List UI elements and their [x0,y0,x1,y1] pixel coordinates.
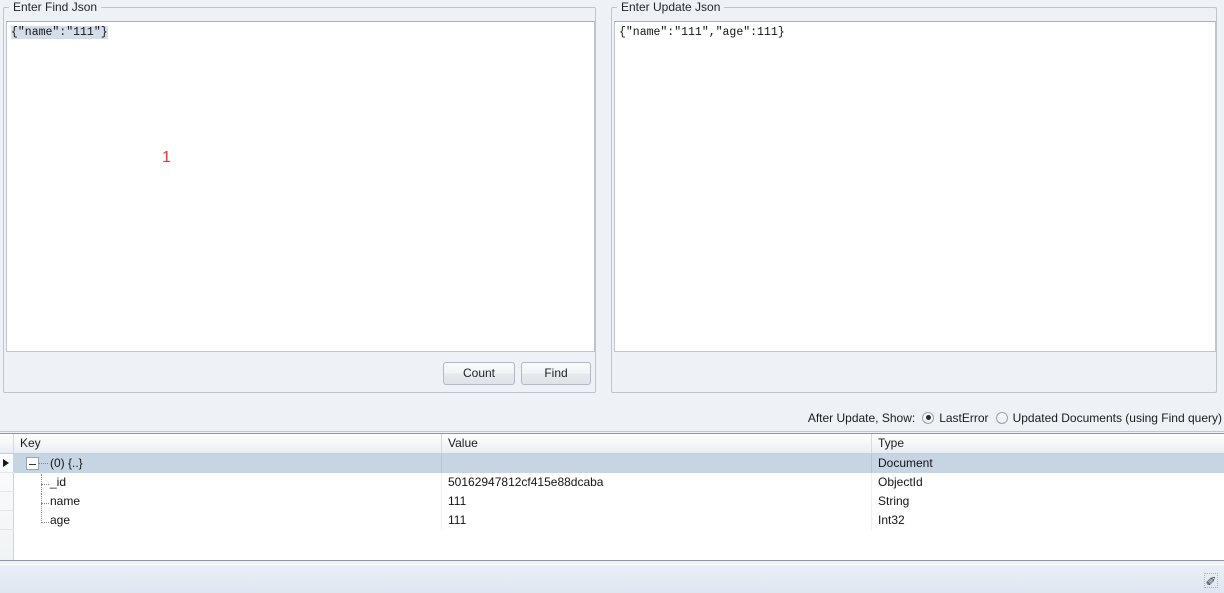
results-grid-header: Key Value Type [0,434,1224,454]
cell-value[interactable]: 50162947812cf415e88dcaba [442,473,872,492]
table-row[interactable]: (0) {..} Document [14,454,1224,473]
cell-value[interactable] [442,454,872,473]
collapse-node-icon[interactable] [26,457,39,470]
update-json-groupbox: Enter Update Json {"name":"111","age":11… [611,0,1217,393]
row-header-cell[interactable] [0,492,14,511]
bottom-status-inner: ✐ [0,564,1224,593]
cell-value[interactable]: 111 [442,511,872,530]
results-grid[interactable]: Key Value Type (0) {..} Document _id 501… [0,433,1224,561]
radio-updated-documents-dot[interactable] [995,411,1008,424]
update-json-input[interactable]: {"name":"111","age":111} [614,21,1216,352]
tree-hline-icon [41,503,49,504]
table-row[interactable]: _id 50162947812cf415e88dcaba ObjectId [14,473,1224,492]
find-json-text: {"name":"111"} [11,26,108,39]
tree-child-node: _id [18,474,67,492]
row-header-column [0,454,14,561]
radio-last-error[interactable]: LastError [922,410,989,425]
node-label: (0) {..} [50,456,83,470]
mongodb-update-dialog: Enter Find Json {"name":"111"} 1 Count F… [0,0,1224,593]
json-panels-area: Enter Find Json {"name":"111"} 1 Count F… [0,0,1224,401]
find-button[interactable]: Find [521,362,591,385]
find-json-input[interactable]: {"name":"111"} [6,21,595,352]
count-button[interactable]: Count [443,362,515,385]
update-json-panel: Enter Update Json {"name":"111","age":11… [608,0,1224,397]
table-row[interactable]: age 111 Int32 [14,511,1224,530]
update-json-caption: Enter Update Json [617,0,725,14]
radio-updated-documents-label: Updated Documents (using Find query) [1012,410,1222,425]
column-header-key[interactable]: Key [14,434,442,453]
radio-updated-documents[interactable]: Updated Documents (using Find query) [995,410,1222,425]
row-header-cell[interactable] [0,454,14,473]
cell-key[interactable]: (0) {..} [14,454,442,473]
find-json-caption: Enter Find Json [9,0,102,14]
cell-key[interactable]: age [14,511,442,530]
column-header-type[interactable]: Type [872,434,1224,453]
tree-vline-icon [41,474,42,492]
current-row-indicator-icon [3,459,9,467]
node-label: name [50,494,81,508]
after-update-show-row: After Update, Show: LastError Updated Do… [0,404,1224,432]
table-row[interactable]: name 111 String [14,492,1224,511]
cell-type[interactable]: String [872,492,1224,511]
column-header-value[interactable]: Value [442,434,872,453]
tree-child-node: name [18,493,81,511]
radio-last-error-dot[interactable] [922,411,935,424]
tree-hline-icon [41,522,49,523]
annotation-marker-1: 1 [162,149,171,166]
cell-key[interactable]: _id [14,473,442,492]
row-header-cell[interactable] [0,473,14,492]
find-json-groupbox: Enter Find Json {"name":"111"} 1 [3,0,596,393]
tree-hline-icon [41,484,49,485]
bottom-status-strip: ✐ [0,560,1224,593]
panel-separator [603,0,607,397]
find-json-panel: Enter Find Json {"name":"111"} 1 Count F… [0,0,602,397]
tree-child-node: age [18,512,71,527]
cell-value[interactable]: 111 [442,492,872,511]
node-label: _id [50,475,67,489]
row-header-corner [0,434,14,453]
cell-type[interactable]: Int32 [872,511,1224,530]
node-label: age [50,513,71,527]
row-header-cell[interactable] [0,511,14,530]
cell-type[interactable]: ObjectId [872,473,1224,492]
tree-vline-icon [41,493,42,511]
tree-connector-icon [39,463,48,464]
pin-icon[interactable]: ✐ [1204,573,1218,589]
cell-key[interactable]: name [14,492,442,511]
after-update-show-label: After Update, Show: [807,410,916,425]
cell-type[interactable]: Document [872,454,1224,473]
radio-last-error-label: LastError [939,410,989,425]
